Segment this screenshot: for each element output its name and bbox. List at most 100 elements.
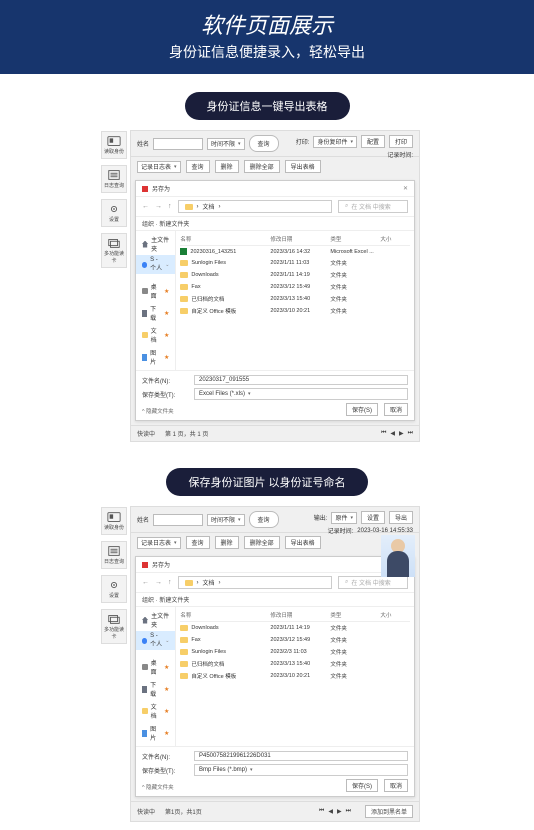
path-bar[interactable]: ›文档›: [178, 200, 333, 213]
print-select[interactable]: 身份复印件: [313, 136, 357, 148]
time-select[interactable]: 时间不限: [207, 138, 245, 150]
file-date: 2023/2/3 11:03: [270, 649, 330, 655]
cloud-icon: [142, 262, 147, 268]
dlg-sidebar: 主文件夹 S - 个人⌄ 桌面★ 下载★ 文档★ 图片★: [136, 231, 176, 370]
file-row[interactable]: Fax2023/3/12 15:49文件夹: [180, 634, 410, 646]
nav-up-icon[interactable]: ↑: [168, 579, 172, 586]
side-downloads[interactable]: 下载★: [136, 302, 175, 324]
side-settings[interactable]: 设置: [101, 199, 127, 227]
col-date[interactable]: 修改日期: [270, 235, 330, 243]
side-desktop[interactable]: 桌面★: [136, 280, 175, 302]
nav-back-icon[interactable]: ←: [142, 579, 149, 586]
out-btn[interactable]: 导出: [389, 511, 413, 524]
nav-fwd-icon[interactable]: →: [155, 203, 162, 210]
tb-export[interactable]: 导出表格: [285, 536, 321, 549]
file-row[interactable]: Downloads2023/1/11 14:19文件夹: [180, 622, 410, 634]
side-pics[interactable]: 图片★: [136, 722, 175, 744]
side-log[interactable]: 日志查询: [101, 165, 127, 193]
nav-back-icon[interactable]: ←: [142, 203, 149, 210]
side-downloads[interactable]: 下载★: [136, 678, 175, 700]
file-row[interactable]: 自定义 Office 模板2023/3/10 20:21文件夹: [180, 305, 410, 317]
log-select[interactable]: 记录日志表: [137, 537, 181, 549]
close-icon[interactable]: ✕: [403, 185, 408, 192]
side-host[interactable]: 主文件夹: [136, 233, 175, 255]
save-button[interactable]: 保存(S): [346, 403, 378, 416]
query-btn[interactable]: 查询: [249, 511, 279, 528]
col-date[interactable]: 修改日期: [270, 611, 330, 619]
file-row[interactable]: 自定义 Office 模板2023/3/10 20:21文件夹: [180, 670, 410, 682]
log-select[interactable]: 记录日志表: [137, 161, 181, 173]
side-read-id[interactable]: 读取身份: [101, 131, 127, 159]
file-row[interactable]: Sunlogin Files2023/2/3 11:03文件夹: [180, 646, 410, 658]
tb-query[interactable]: 查询: [186, 536, 210, 549]
dlg-toolbar[interactable]: 组织 · 新建文件夹: [136, 217, 414, 231]
out-config-btn[interactable]: 设置: [361, 511, 385, 524]
side-cloud[interactable]: S - 个人⌄: [136, 255, 175, 274]
file-type: 文件夹: [330, 636, 380, 644]
side-desktop[interactable]: 桌面★: [136, 656, 175, 678]
add-blacklist-btn[interactable]: 添加到黑名单: [365, 805, 413, 818]
file-name: 20230316_143251: [190, 249, 236, 255]
dlg-toolbar[interactable]: 组织 · 新建文件夹: [136, 593, 414, 607]
print-config-btn[interactable]: 配置: [361, 135, 385, 148]
side-host[interactable]: 主文件夹: [136, 609, 175, 631]
file-type: 文件夹: [330, 271, 380, 279]
col-type[interactable]: 类型: [330, 235, 380, 243]
query-btn[interactable]: 查询: [249, 135, 279, 152]
file-name: Sunlogin Files: [191, 649, 226, 655]
save-button[interactable]: 保存(S): [346, 779, 378, 792]
side-cloud[interactable]: S - 个人⌄: [136, 631, 175, 650]
path-bar[interactable]: ›文档›: [178, 576, 333, 589]
side-read-id[interactable]: 读取身份: [101, 507, 127, 535]
file-row[interactable]: 已归档的文档2023/3/13 15:40文件夹: [180, 658, 410, 670]
tb-export[interactable]: 导出表格: [285, 160, 321, 173]
dlg-search[interactable]: ⌕在 文档 中搜索: [338, 200, 408, 213]
cancel-button[interactable]: 取消: [384, 403, 408, 416]
page-nav[interactable]: ⏮◀▶⏭: [381, 430, 413, 437]
hide-folders[interactable]: ^ 隐藏文件夹: [142, 781, 174, 791]
folder-icon: [180, 637, 188, 643]
dlg-search[interactable]: ⌕在 文档 中搜索: [338, 576, 408, 589]
tb-query[interactable]: 查询: [186, 160, 210, 173]
hide-folders[interactable]: ^ 隐藏文件夹: [142, 405, 174, 415]
file-name: Fax: [191, 284, 200, 290]
fname-input[interactable]: 20230317_091555: [194, 375, 408, 385]
file-row[interactable]: Fax2023/3/12 15:49文件夹: [180, 281, 410, 293]
file-list: 名称修改日期类型大小 20230316_1432512023/3/16 14:3…: [176, 231, 414, 370]
print-btn[interactable]: 打印: [389, 135, 413, 148]
ftype-select[interactable]: Bmp Files (*.bmp): [194, 764, 408, 776]
file-row[interactable]: Sunlogin Files2023/1/11 11:03文件夹: [180, 257, 410, 269]
page-subtitle: 身份证信息便捷录入，轻松导出: [0, 42, 534, 62]
file-row[interactable]: Downloads2023/1/11 14:19文件夹: [180, 269, 410, 281]
side-log[interactable]: 日志查询: [101, 541, 127, 569]
page-nav[interactable]: ⏮◀▶⏭: [319, 808, 351, 815]
folder-icon: [180, 308, 188, 314]
out-select[interactable]: 原件: [331, 512, 357, 524]
tb-del[interactable]: 删除: [215, 536, 239, 549]
time-select[interactable]: 时间不限: [207, 514, 245, 526]
side-docs[interactable]: 文档★: [136, 700, 175, 722]
records-label: 记录时间:: [328, 526, 354, 535]
col-name[interactable]: 名称: [180, 611, 270, 619]
col-type[interactable]: 类型: [330, 611, 380, 619]
name-input[interactable]: [153, 138, 203, 150]
tb-del[interactable]: 删除: [215, 160, 239, 173]
tb-delall[interactable]: 删除全部: [244, 536, 280, 549]
nav-fwd-icon[interactable]: →: [155, 579, 162, 586]
side-docs[interactable]: 文档★: [136, 324, 175, 346]
ftype-select[interactable]: Excel Files (*.xls): [194, 388, 408, 400]
side-settings[interactable]: 设置: [101, 575, 127, 603]
cancel-button[interactable]: 取消: [384, 779, 408, 792]
col-size[interactable]: 大小: [380, 611, 410, 619]
side-pics[interactable]: 图片★: [136, 346, 175, 368]
col-name[interactable]: 名称: [180, 235, 270, 243]
col-size[interactable]: 大小: [380, 235, 410, 243]
side-multi-card[interactable]: 多功能读卡: [101, 233, 127, 268]
id-photo: [381, 535, 415, 577]
side-multi-card[interactable]: 多功能读卡: [101, 609, 127, 644]
file-row[interactable]: 20230316_1432512023/3/16 14:32Microsoft …: [180, 246, 410, 257]
nav-up-icon[interactable]: ↑: [168, 203, 172, 210]
name-input[interactable]: [153, 514, 203, 526]
file-row[interactable]: 已归档的文档2023/3/13 15:40文件夹: [180, 293, 410, 305]
tb-delall[interactable]: 删除全部: [244, 160, 280, 173]
